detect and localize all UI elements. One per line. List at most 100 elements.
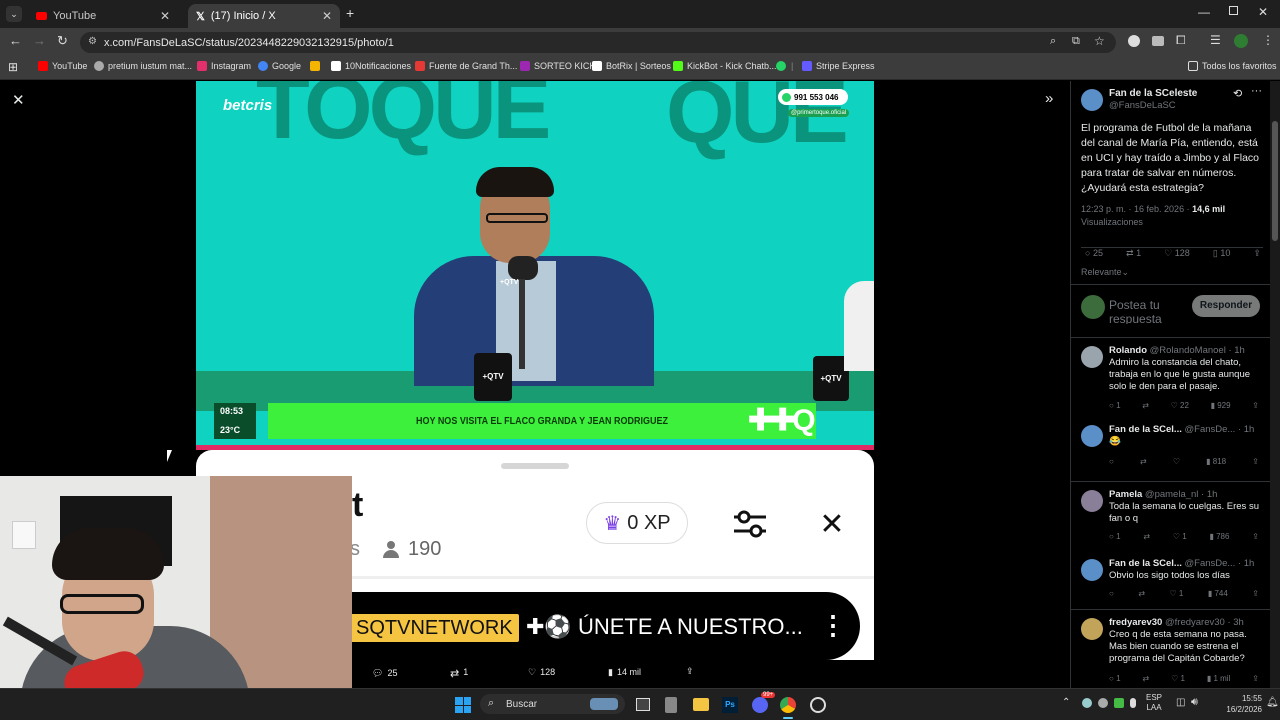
new-tab-plus-icon[interactable]: +	[346, 5, 354, 21]
repost-icon[interactable]: ⇄	[1142, 674, 1149, 683]
avatar[interactable]	[1081, 425, 1103, 447]
task-view-icon[interactable]	[636, 698, 650, 711]
reply-icon[interactable]: ○ 1	[1109, 401, 1121, 410]
repost-icon[interactable]: ⇄	[1140, 457, 1147, 466]
bookmark-stat[interactable]: ▯ 10	[1213, 248, 1230, 259]
collapse-panel-icon[interactable]: »	[1045, 90, 1053, 107]
avatar[interactable]	[1081, 559, 1103, 581]
puzzle-icon[interactable]: ⧠	[1176, 33, 1186, 48]
views-icon[interactable]: ▮ 786	[1209, 532, 1229, 541]
minimize-icon[interactable]: —	[1198, 5, 1210, 19]
heart-icon[interactable]: ♡ 1	[1169, 589, 1183, 598]
file-explorer-icon[interactable]	[693, 698, 709, 711]
reload-icon[interactable]: ↻	[57, 33, 68, 49]
network-icon[interactable]: ◫	[1176, 697, 1185, 708]
apps-grid-icon[interactable]: ⊞	[8, 60, 18, 74]
avatar[interactable]	[1081, 618, 1103, 640]
repost-icon[interactable]: ⇄	[1143, 532, 1150, 541]
views-icon[interactable]: ▮ 929	[1211, 401, 1231, 410]
chrome-icon[interactable]	[780, 697, 796, 713]
views-icon[interactable]: ▮ 818	[1206, 457, 1226, 466]
views-icon[interactable]: ▮ 744	[1208, 589, 1228, 598]
bookmark-kickbot[interactable]: KickBot - Kick Chatb...	[673, 61, 777, 71]
menu-kebab-icon[interactable]: ⋮	[1262, 33, 1274, 47]
avatar[interactable]	[1081, 490, 1103, 512]
share-icon[interactable]: ⇪	[1252, 674, 1259, 683]
notifications-icon[interactable]: 🔔︎	[1266, 697, 1279, 708]
restore-icon[interactable]	[1229, 6, 1238, 15]
heart-icon[interactable]: ♡ 22	[1171, 401, 1189, 410]
reply-icon[interactable]: ○ 1	[1109, 532, 1121, 541]
repost-icon[interactable]: ⇄	[1142, 401, 1149, 410]
site-settings-icon[interactable]: ⚙	[88, 36, 97, 47]
tray-app-icon[interactable]	[1098, 698, 1108, 708]
close-overlay-icon[interactable]: ✕	[814, 506, 850, 542]
bookmark-instagram[interactable]: Instagram	[197, 61, 251, 71]
reply-action[interactable]: 💬︎ 25	[372, 668, 397, 679]
volume-icon[interactable]: 🔊︎	[1191, 696, 1198, 709]
reply-item[interactable]: Fan de la SCel... @FansDe... · 1h Obvio …	[1071, 551, 1270, 609]
repost-icon[interactable]: ⇄	[1138, 589, 1145, 598]
bookmark-star-icon[interactable]: ☆	[1094, 34, 1105, 48]
more-options-icon[interactable]: ···	[1251, 85, 1262, 97]
forward-arrow-icon[interactable]: →	[33, 33, 46, 48]
drag-handle[interactable]	[501, 463, 569, 469]
microphone-icon[interactable]	[1130, 698, 1136, 708]
reply-icon[interactable]: ○	[1109, 589, 1114, 598]
share-icon[interactable]: ⇪	[1252, 401, 1259, 410]
tab-youtube[interactable]: YouTube ✕	[28, 4, 178, 28]
extension-icon[interactable]	[1152, 36, 1164, 46]
bookmark-google[interactable]: Google	[258, 61, 301, 71]
scrollbar-thumb[interactable]	[1272, 121, 1278, 241]
reply-item[interactable]: fredyarev30 @fredyarev30 · 3h Creo q de …	[1071, 609, 1270, 688]
bookmark-notificaciones[interactable]: 10Notificaciones	[331, 61, 411, 71]
bookmark-fuente-gta[interactable]: Fuente de Grand Th...	[415, 61, 517, 71]
banner-kebab-icon[interactable]: ⋮	[820, 610, 846, 641]
views-icon[interactable]: ▮ 1 mil	[1207, 674, 1231, 683]
windows-start-icon[interactable]	[455, 697, 471, 713]
tab-x-inicio[interactable]: 𝕏 (17) Inicio / X ✕	[188, 4, 340, 28]
repost-action[interactable]: ⇄ 1	[450, 667, 468, 680]
app-icon[interactable]	[665, 697, 677, 713]
tab-list-dropdown-icon[interactable]: ⌄	[6, 6, 22, 22]
like-action[interactable]: ♡ 128	[528, 667, 555, 678]
reply-icon[interactable]: ○	[1109, 457, 1114, 466]
sliders-icon[interactable]	[730, 506, 770, 542]
views-action[interactable]: ▮ 14 mil	[608, 667, 641, 678]
discord-icon[interactable]	[752, 697, 768, 713]
bookmark-whatsapp[interactable]	[776, 61, 786, 71]
close-icon[interactable]: ✕	[322, 9, 332, 23]
address-bar[interactable]: ⚙ x.com/FansDeLaSC/status/20234482290321…	[80, 32, 1116, 53]
share-icon[interactable]: ⇪	[1252, 589, 1259, 598]
bookmark-youtube[interactable]: YouTube	[38, 61, 87, 71]
repost-stat[interactable]: ⇄ 1	[1126, 248, 1141, 259]
photoshop-icon[interactable]: Ps	[722, 697, 738, 713]
author-name[interactable]: Fan de la SCeleste	[1109, 88, 1197, 99]
reply-button[interactable]: Responder	[1192, 295, 1260, 317]
reply-item[interactable]: Rolando @RolandoManoel · 1h Admiro la co…	[1071, 337, 1270, 417]
extension-icon[interactable]	[1128, 35, 1140, 47]
page-scrollbar[interactable]	[1270, 81, 1280, 688]
avatar[interactable]	[1081, 346, 1103, 368]
reply-item[interactable]: Fan de la SCel... @FansDe... · 1h 😂 ○ ⇄ ♡ ▮…	[1071, 417, 1270, 473]
share-icon[interactable]: ⇪	[1252, 457, 1259, 466]
tweet-photo[interactable]: TOQUE QUE betcris 991 553 046 @primertoq…	[196, 81, 874, 450]
zoom-icon[interactable]: ⌕	[1050, 35, 1056, 48]
author-handle[interactable]: @FansDeLaSC	[1109, 100, 1176, 111]
like-stat[interactable]: ♡ 128	[1164, 248, 1190, 259]
profile-avatar[interactable]	[1234, 34, 1248, 48]
close-window-icon[interactable]: ✕	[1258, 5, 1268, 19]
tray-chevron-icon[interactable]: ⌃	[1062, 697, 1070, 708]
taskbar-search-input[interactable]: ⌕ Buscar	[480, 694, 625, 714]
all-bookmarks-folder[interactable]: Todos los favoritos	[1188, 61, 1277, 71]
xp-pill[interactable]: ♛ 0 XP	[586, 502, 688, 544]
install-icon[interactable]: ⧉	[1072, 35, 1080, 48]
bookmark-pinwheel[interactable]	[310, 61, 320, 71]
tray-app-icon[interactable]	[1082, 698, 1092, 708]
close-icon[interactable]: ✕	[160, 9, 170, 23]
language-indicator[interactable]: ESP LAA	[1146, 693, 1162, 713]
reply-stat[interactable]: ○ 25	[1085, 248, 1103, 259]
heart-icon[interactable]: ♡ 1	[1171, 674, 1185, 683]
grok-icon[interactable]: ⟲	[1233, 87, 1242, 100]
bookmark-botrix[interactable]: BotRix | Sorteos	[592, 61, 671, 71]
